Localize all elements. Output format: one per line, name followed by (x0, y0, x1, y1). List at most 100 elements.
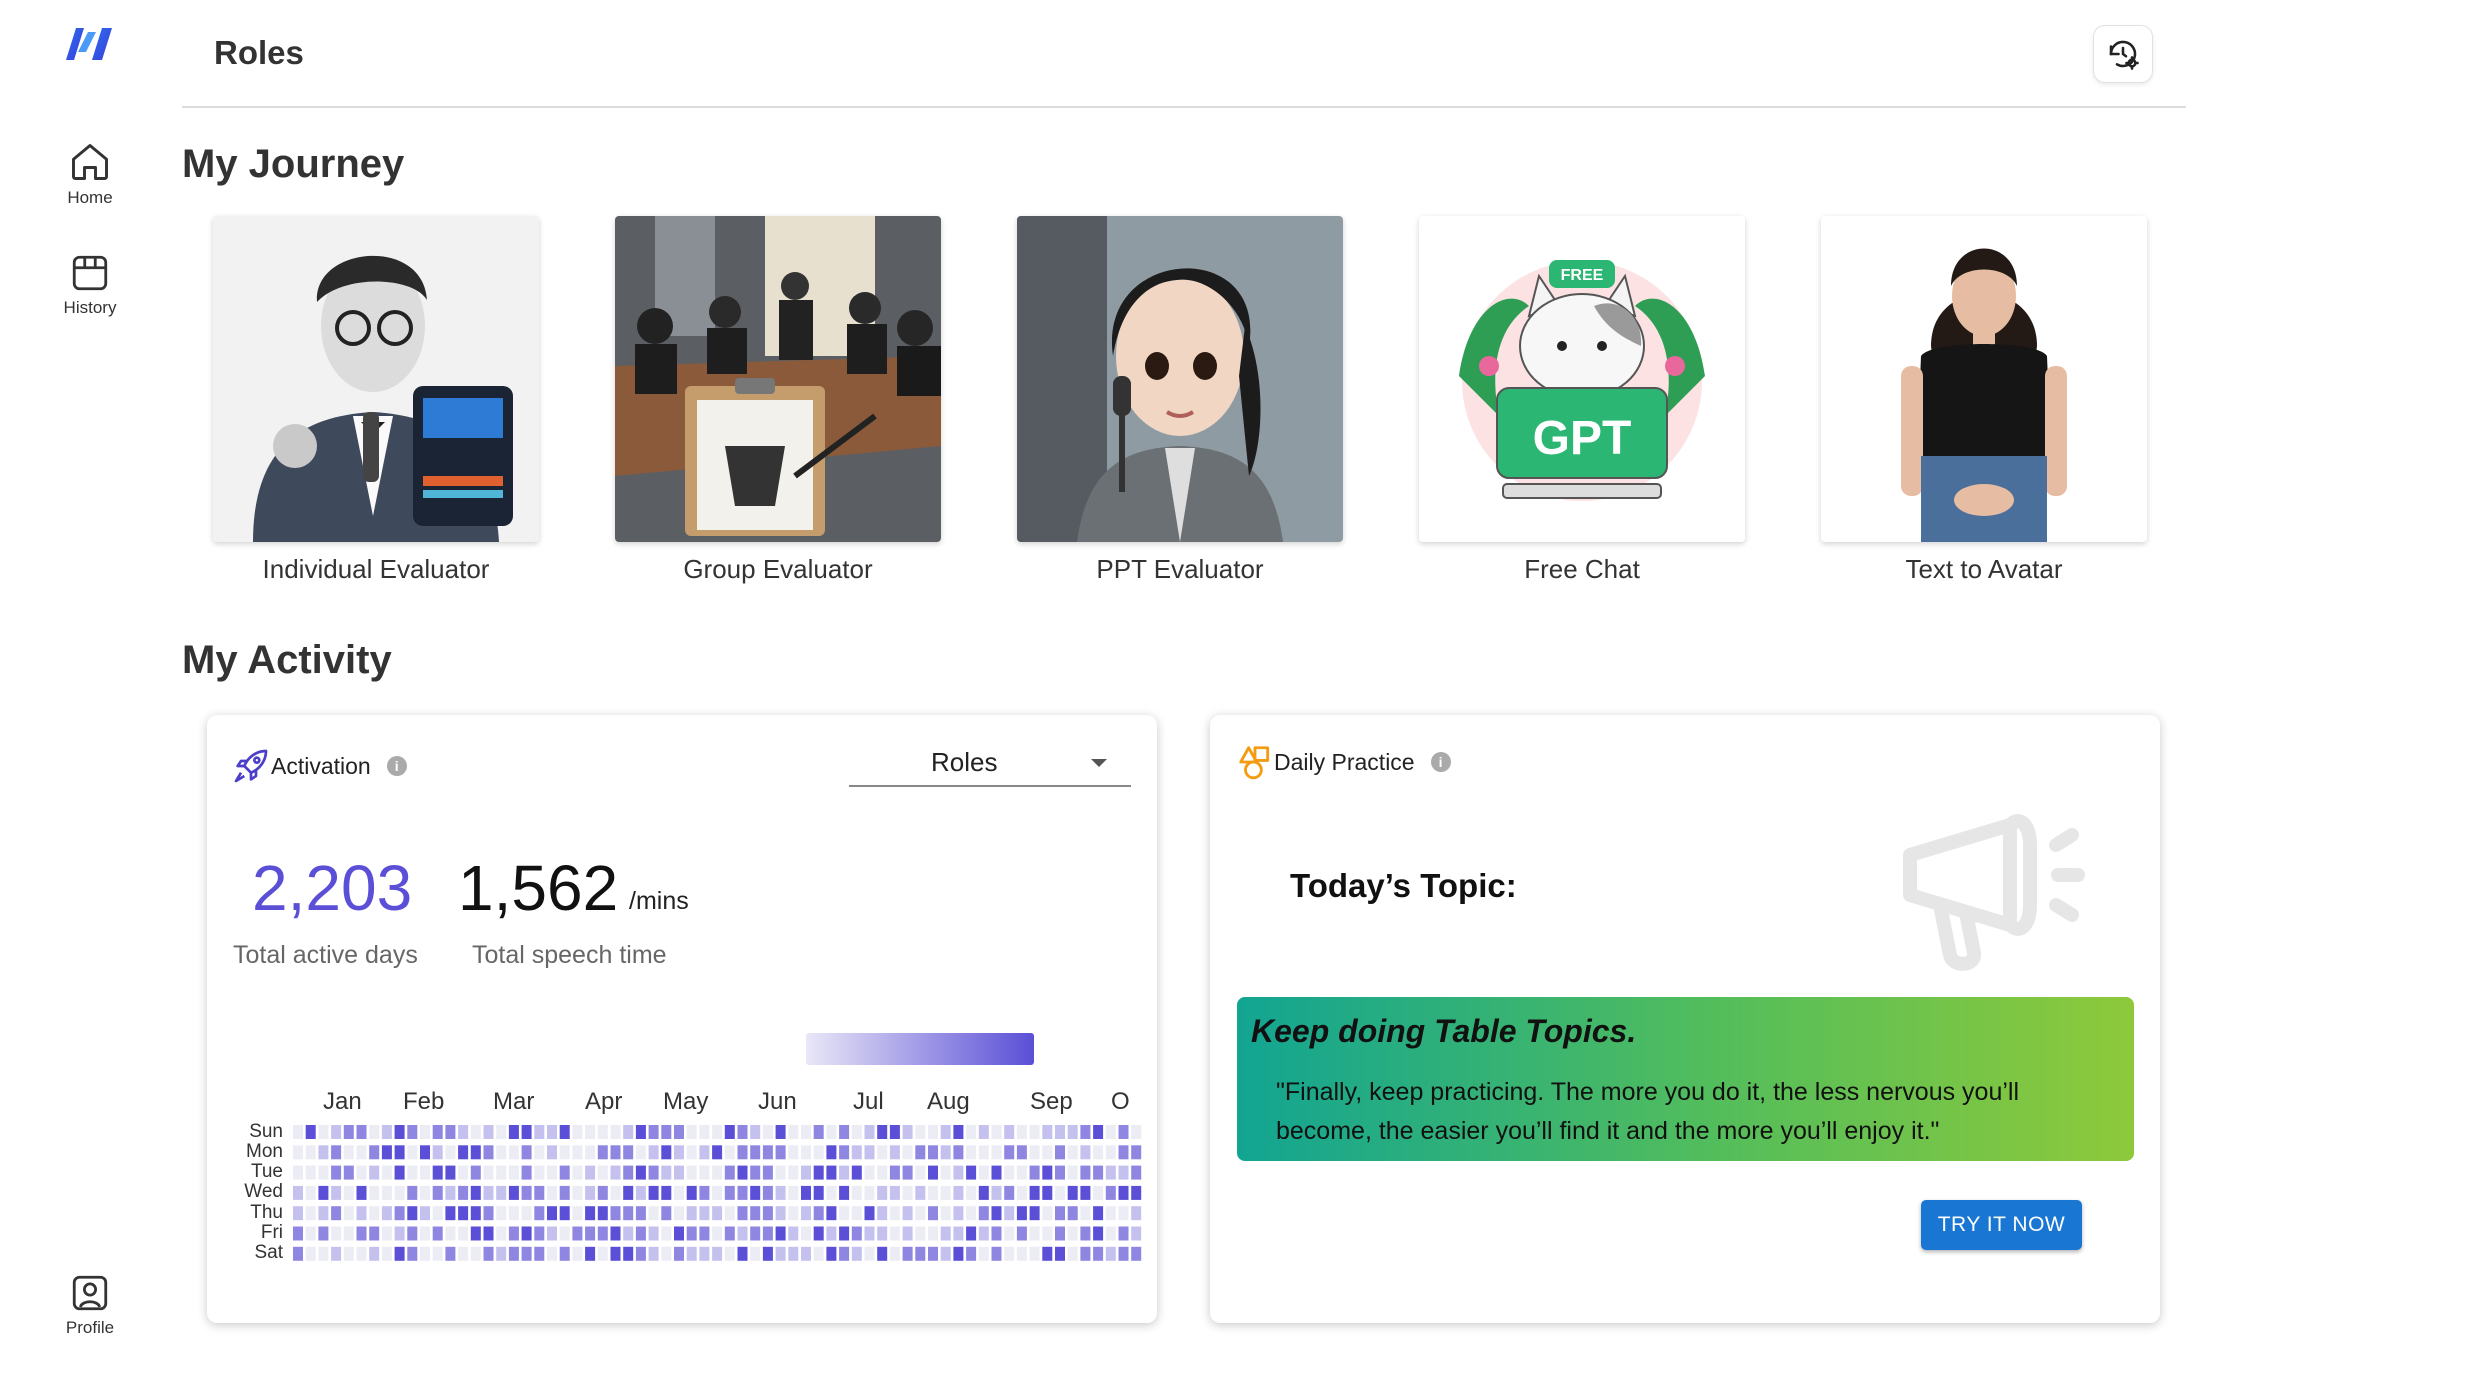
app-logo[interactable] (62, 22, 118, 66)
heatmap-cell (902, 1206, 913, 1221)
heatmap-cell (737, 1246, 748, 1261)
heatmap-cell (978, 1125, 989, 1139)
heatmap-cell (331, 1185, 342, 1200)
heatmap-cell (394, 1125, 405, 1139)
heatmap-cell (534, 1145, 545, 1160)
heatmap-cell (648, 1185, 659, 1200)
heatmap-cell (343, 1145, 354, 1160)
nav-history[interactable]: History (40, 252, 140, 318)
heatmap-cell (432, 1206, 443, 1221)
heatmap-cell (381, 1145, 392, 1160)
heatmap-cell (369, 1165, 380, 1180)
heatmap-cell (483, 1226, 494, 1241)
roles-select[interactable]: Roles (849, 737, 1131, 787)
history-settings-icon (2109, 40, 2139, 70)
heatmap-cell (585, 1246, 596, 1261)
heatmap-cell (1055, 1226, 1065, 1241)
heatmap-cell (432, 1165, 443, 1180)
day-label: Mon (246, 1141, 283, 1162)
heatmap-cell (559, 1226, 570, 1241)
heatmap-cell (750, 1125, 761, 1139)
heatmap-cell (318, 1206, 329, 1221)
nav-home[interactable]: Home (40, 140, 140, 208)
heatmap-cell (508, 1226, 519, 1241)
shapes-icon (1239, 746, 1270, 780)
heatmap-cell (1093, 1246, 1104, 1261)
heatmap-cell (648, 1165, 659, 1180)
heatmap-cell (674, 1145, 684, 1160)
heatmap-cell (928, 1206, 938, 1221)
heatmap-cell (572, 1185, 583, 1200)
heatmap-cell (1067, 1246, 1078, 1261)
heatmap-cell (356, 1206, 367, 1221)
heatmap-cell (331, 1125, 342, 1139)
heatmap-cell (394, 1185, 405, 1200)
role-card-ppt-evaluator[interactable]: PPT Evaluator (1017, 216, 1343, 585)
heatmap-cell (432, 1145, 443, 1160)
heatmap-cell (674, 1125, 684, 1139)
heatmap-cell (559, 1185, 570, 1200)
heatmap-cell (775, 1206, 786, 1221)
text-to-avatar-image (1821, 216, 2147, 542)
activation-title: Activation (271, 752, 371, 779)
nav-profile[interactable]: Profile (40, 1272, 140, 1338)
role-card-individual-evaluator[interactable]: Individual Evaluator (213, 216, 539, 585)
history-settings-button[interactable] (2093, 25, 2153, 83)
heatmap-cell (458, 1206, 469, 1221)
heatmap-cell (1042, 1246, 1053, 1261)
heatmap-cell (674, 1165, 684, 1180)
heatmap-cell (775, 1226, 786, 1241)
role-card-text-to-avatar[interactable]: Text to Avatar (1821, 216, 2147, 585)
heatmap-cell (801, 1125, 811, 1139)
heatmap-cell (547, 1125, 557, 1139)
heatmap-cell (762, 1206, 773, 1221)
heatmap-cell (813, 1185, 824, 1200)
heatmap-cell (1016, 1206, 1027, 1221)
heatmap-cell (1080, 1165, 1091, 1180)
heatmap-cell (572, 1246, 583, 1261)
heatmap-cell (483, 1145, 494, 1160)
heatmap-cell (940, 1145, 951, 1160)
heatmap-cell (839, 1145, 850, 1160)
heatmap-cell (877, 1206, 888, 1221)
role-card-free-chat[interactable]: FREE GPT Free Chat (1419, 216, 1745, 585)
heatmap-cell (826, 1185, 837, 1200)
heatmap-cell (458, 1185, 469, 1200)
heatmap-cell (381, 1125, 392, 1139)
heatmap-cell (1118, 1185, 1129, 1200)
heatmap-cell (343, 1246, 354, 1261)
free-badge-text: FREE (1561, 267, 1604, 284)
heatmap-cell (953, 1206, 964, 1221)
heatmap-cell (420, 1246, 430, 1261)
heatmap-cell (1004, 1125, 1015, 1139)
heatmap-cell (737, 1185, 748, 1200)
heatmap-cell (432, 1246, 443, 1261)
heatmap-cell (1067, 1206, 1078, 1221)
month-label: Jul (853, 1088, 884, 1115)
heatmap-cell (1118, 1246, 1129, 1261)
try-it-now-button[interactable]: TRY IT NOW (1921, 1200, 2082, 1250)
heatmap-cell (737, 1145, 748, 1160)
heatmap-cell (686, 1185, 697, 1200)
group-evaluator-image (615, 216, 941, 542)
heatmap-cell (381, 1165, 392, 1180)
role-card-group-evaluator[interactable]: Group Evaluator (615, 216, 941, 585)
heatmap-cell (762, 1185, 773, 1200)
heatmap-cell (953, 1185, 964, 1200)
heatmap-cell (458, 1125, 469, 1139)
heatmap-cell (445, 1206, 456, 1221)
heatmap-cell (1105, 1125, 1116, 1139)
heatmap-cell (305, 1206, 316, 1221)
month-label: Apr (585, 1088, 623, 1115)
daily-practice-info-icon[interactable]: i (1430, 752, 1451, 772)
activation-info-icon[interactable]: i (386, 756, 407, 776)
heatmap-cell (559, 1246, 570, 1261)
heatmap-cell (762, 1165, 773, 1180)
heatmap-cell (928, 1185, 938, 1200)
heatmap-cell (699, 1226, 710, 1241)
heatmap-cell (547, 1206, 557, 1221)
heatmap-cell (1080, 1206, 1091, 1221)
heatmap-cell (521, 1125, 532, 1139)
heatmap-cell (508, 1185, 519, 1200)
nav-home-label: Home (67, 188, 113, 207)
